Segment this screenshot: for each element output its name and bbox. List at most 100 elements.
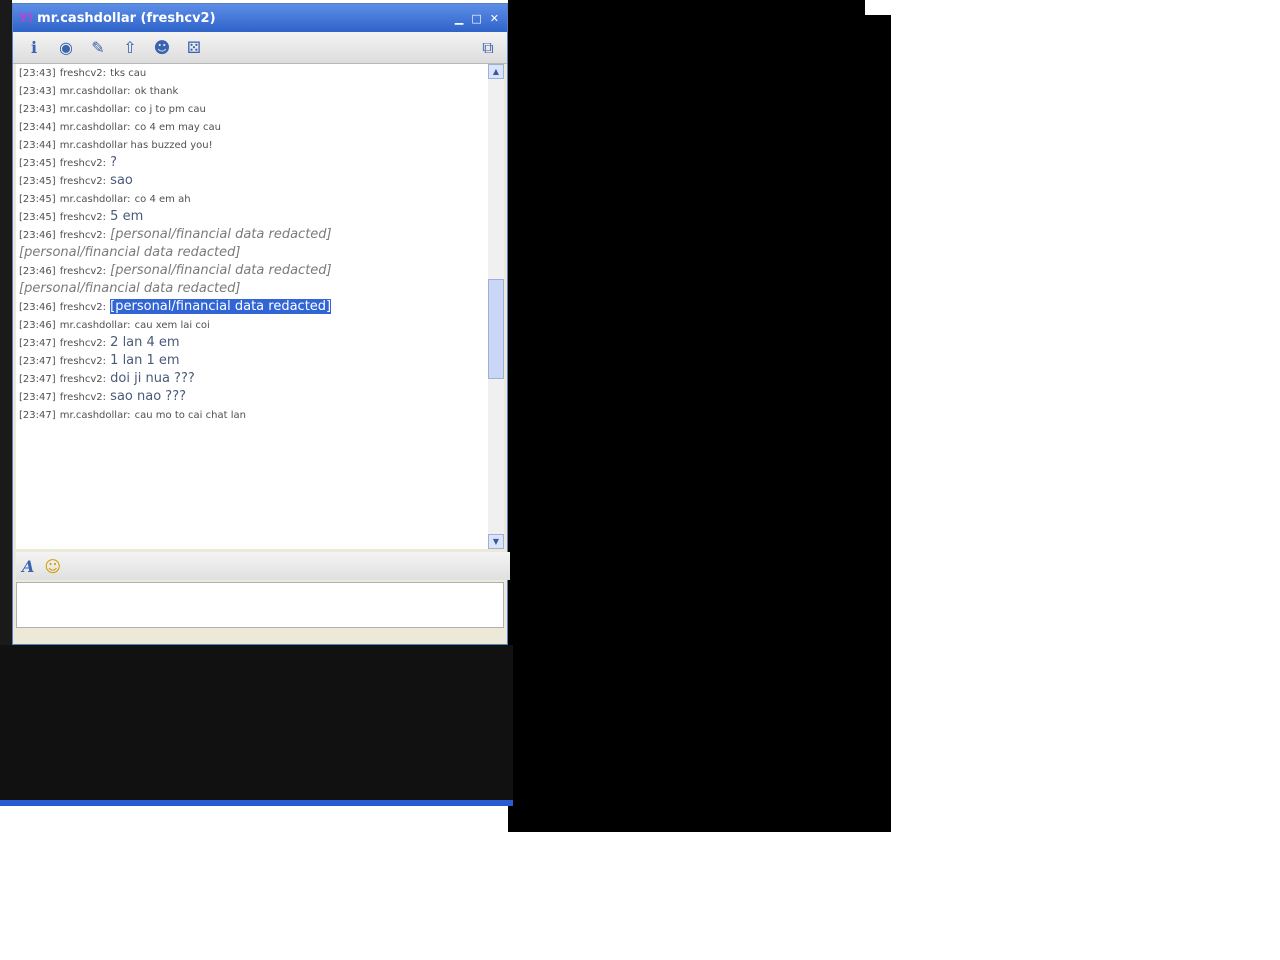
message-input[interactable]	[16, 582, 504, 628]
message-text: doi ji nua ???	[110, 371, 195, 386]
toolbar: ℹ ◉ ✎ ⇧ ☻ ⚄ ⧉	[13, 32, 507, 64]
message-sender: freshcv2:	[59, 302, 107, 313]
message-meta: [23:47]	[19, 356, 56, 367]
message-meta: [23:46]	[19, 302, 56, 313]
message-text: 5 em	[110, 209, 144, 224]
message-text: sao nao ???	[110, 389, 186, 404]
chat-message: [23:45] freshcv2: sao	[19, 172, 485, 190]
chat-message: [23:46] freshcv2: [personal/financial da…	[19, 298, 485, 316]
message-text: cau xem lai coi	[134, 320, 210, 331]
message-text: 2 lan 4 em	[110, 335, 180, 350]
message-sender: freshcv2:	[59, 212, 107, 223]
chat-message: [23:45] mr.cashdollar: co 4 em ah	[19, 190, 485, 208]
chat-history[interactable]: [23:43] freshcv2: tks cau [23:43] mr.cash…	[16, 64, 488, 549]
emoticon-icon[interactable]: ☺	[44, 557, 61, 576]
send-file-icon[interactable]: ⇧	[119, 37, 141, 59]
message-meta: [23:44]	[19, 140, 56, 151]
chat-message: [23:45] freshcv2: ?	[19, 154, 485, 172]
games-icon[interactable]: ⚄	[183, 37, 205, 59]
message-meta: [23:45]	[19, 158, 56, 169]
chat-message: [23:46] mr.cashdollar: cau xem lai coi	[19, 316, 485, 334]
chat-message: [23:46] freshcv2: [personal/financial da…	[19, 226, 485, 244]
message-meta: [23:43]	[19, 104, 56, 115]
chat-message: [23:43] mr.cashdollar: co j to pm cau	[19, 100, 485, 118]
minimize-button[interactable]: ▁	[455, 12, 463, 25]
message-sender: freshcv2:	[59, 158, 107, 169]
message-text: [personal/financial data redacted]	[110, 263, 332, 278]
chat-message: [23:44] mr.cashdollar: co 4 em may cau	[19, 118, 485, 136]
message-sender: freshcv2:	[59, 392, 107, 403]
message-sender: mr.cashdollar:	[59, 320, 131, 331]
message-meta: [23:45]	[19, 212, 56, 223]
chat-message: [23:45] freshcv2: 5 em	[19, 208, 485, 226]
message-text: co 4 em may cau	[134, 122, 221, 133]
notepad-icon[interactable]: ✎	[87, 37, 109, 59]
message-text: ok thank	[134, 86, 179, 97]
close-button[interactable]: ✕	[490, 12, 499, 25]
message-meta: [23:43]	[19, 68, 56, 79]
info-icon[interactable]: ℹ	[23, 37, 45, 59]
message-sender: freshcv2:	[59, 356, 107, 367]
scroll-thumb[interactable]	[488, 279, 504, 379]
message-meta: [23:46]	[19, 230, 56, 241]
chat-message: [23:43] freshcv2: tks cau	[19, 64, 485, 82]
taskbar-edge	[0, 800, 513, 806]
message-sender: mr.cashdollar:	[59, 86, 131, 97]
yahoo-messenger-icon: Y!	[19, 11, 34, 25]
message-sender: freshcv2:	[59, 176, 107, 187]
message-meta: [23:47]	[19, 410, 56, 421]
message-text: [personal/financial data redacted]	[110, 227, 332, 242]
message-sender: mr.cashdollar has buzzed you!	[59, 140, 213, 151]
scroll-up-button[interactable]: ▲	[488, 64, 504, 79]
chat-message: [personal/financial data redacted]	[19, 244, 485, 262]
chat-message: [23:47] freshcv2: sao nao ???	[19, 388, 485, 406]
message-text: [personal/financial data redacted]	[19, 281, 241, 296]
chat-message: [23:46] freshcv2: [personal/financial da…	[19, 262, 485, 280]
message-meta: [23:47]	[19, 338, 56, 349]
message-sender: mr.cashdollar:	[59, 122, 131, 133]
window-title: mr.cashdollar (freshcv2)	[37, 10, 216, 26]
chat-message: [personal/financial data redacted]	[19, 280, 485, 298]
title-bar[interactable]: Y! mr.cashdollar (freshcv2) ▁ □ ✕	[13, 4, 507, 32]
message-sender: freshcv2:	[59, 266, 107, 277]
black-region-right-lower	[865, 15, 891, 832]
message-meta: [23:46]	[19, 266, 56, 277]
message-meta: [23:47]	[19, 374, 56, 385]
message-text: co j to pm cau	[134, 104, 206, 115]
message-meta: [23:46]	[19, 320, 56, 331]
message-text: [personal/financial data redacted]	[19, 245, 241, 260]
chat-message: [23:44] mr.cashdollar has buzzed you!	[19, 136, 485, 154]
message-text: cau mo to cai chat lan	[134, 410, 246, 421]
message-sender: freshcv2:	[59, 230, 107, 241]
message-text: [personal/financial data redacted]	[110, 299, 332, 314]
message-sender: freshcv2:	[59, 338, 107, 349]
message-text: ?	[110, 155, 118, 170]
chat-message: [23:43] mr.cashdollar: ok thank	[19, 82, 485, 100]
webcam-icon[interactable]: ◉	[55, 37, 77, 59]
message-text: co 4 em ah	[134, 194, 191, 205]
font-icon[interactable]: A	[22, 557, 34, 576]
message-meta: [23:45]	[19, 194, 56, 205]
message-text: 1 lan 1 em	[110, 353, 180, 368]
message-sender: freshcv2:	[59, 374, 107, 385]
black-region-right	[508, 0, 865, 832]
im-window: Y! mr.cashdollar (freshcv2) ▁ □ ✕ ℹ ◉ ✎ …	[12, 3, 510, 645]
message-sender: mr.cashdollar:	[59, 410, 131, 421]
chat-message: [23:47] freshcv2: doi ji nua ???	[19, 370, 485, 388]
chat-message: [23:47] mr.cashdollar: cau mo to cai cha…	[19, 406, 485, 424]
chat-message: [23:47] freshcv2: 1 lan 1 em	[19, 352, 485, 370]
contacts-icon[interactable]: ☻	[151, 37, 173, 59]
message-meta: [23:45]	[19, 176, 56, 187]
format-bar: A ☺	[16, 552, 510, 580]
maximize-button[interactable]: □	[471, 12, 481, 25]
scrollbar[interactable]: ▲ ▼	[488, 64, 504, 549]
message-sender: freshcv2:	[59, 68, 107, 79]
message-text: sao	[110, 173, 133, 188]
black-region-bottom	[0, 645, 513, 800]
scroll-down-button[interactable]: ▼	[488, 534, 504, 549]
message-sender: mr.cashdollar:	[59, 104, 131, 115]
message-meta: [23:43]	[19, 86, 56, 97]
popout-icon[interactable]: ⧉	[477, 37, 499, 59]
message-meta: [23:44]	[19, 122, 56, 133]
chat-message: [23:47] freshcv2: 2 lan 4 em	[19, 334, 485, 352]
